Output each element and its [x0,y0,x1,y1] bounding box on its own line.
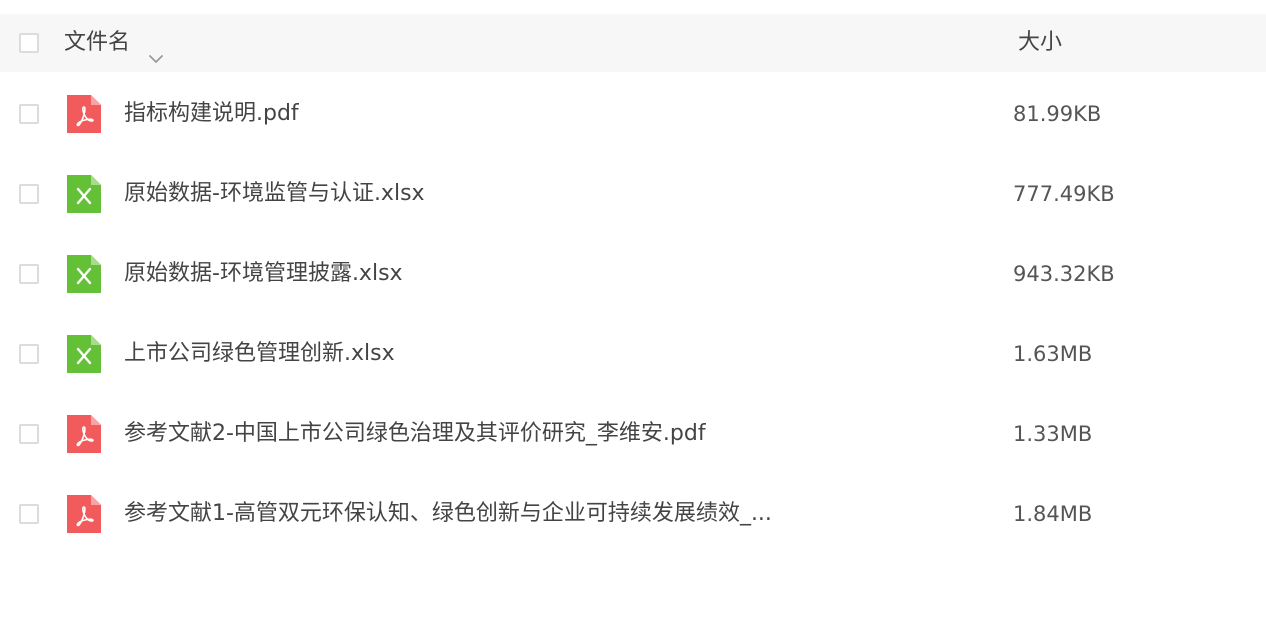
row-checkbox[interactable] [19,264,39,284]
select-all-checkbox[interactable] [19,33,39,53]
row-checkbox[interactable] [19,344,39,364]
file-row[interactable]: 原始数据-环境管理披露.xlsx 943.32KB [0,234,1266,314]
file-name[interactable]: 参考文献2-中国上市公司绿色治理及其评价研究_李维安.pdf [124,394,706,474]
chevron-down-icon[interactable] [146,34,166,63]
file-row[interactable]: 原始数据-环境监管与认证.xlsx 777.49KB [0,154,1266,234]
file-size: 943.32KB [1013,262,1115,286]
excel-file-icon [67,175,101,213]
file-size: 1.33MB [1013,422,1093,446]
excel-file-icon [67,335,101,373]
file-rows: 指标构建说明.pdf 81.99KB 原始数据-环境监管与认证.xlsx 777… [0,74,1266,554]
file-name[interactable]: 原始数据-环境管理披露.xlsx [124,234,403,314]
file-row[interactable]: 参考文献1-高管双元环保认知、绿色创新与企业可持续发展绩效_... 1.84MB [0,474,1266,554]
pdf-file-icon [67,415,101,453]
file-row[interactable]: 上市公司绿色管理创新.xlsx 1.63MB [0,314,1266,394]
file-row[interactable]: 参考文献2-中国上市公司绿色治理及其评价研究_李维安.pdf 1.33MB [0,394,1266,474]
size-column-header[interactable]: 大小 [1018,14,1062,72]
excel-file-icon [67,255,101,293]
file-name[interactable]: 指标构建说明.pdf [124,74,299,154]
file-size: 81.99KB [1013,102,1102,126]
name-column-label: 文件名 [64,30,131,55]
row-checkbox[interactable] [19,504,39,524]
file-name[interactable]: 参考文献1-高管双元环保认知、绿色创新与企业可持续发展绩效_... [124,474,772,554]
pdf-file-icon [67,95,101,133]
file-size: 1.63MB [1013,342,1093,366]
row-checkbox[interactable] [19,184,39,204]
file-name[interactable]: 原始数据-环境监管与认证.xlsx [124,154,425,234]
row-checkbox[interactable] [19,424,39,444]
file-list: 文件名 大小 指标构建说明.pdf 81.99KB 原始数据-环境监管与认证.x… [0,0,1266,626]
file-name[interactable]: 上市公司绿色管理创新.xlsx [124,314,395,394]
name-column-header[interactable]: 文件名 [64,14,166,72]
file-size: 777.49KB [1013,182,1115,206]
pdf-file-icon [67,495,101,533]
file-size: 1.84MB [1013,502,1093,526]
row-checkbox[interactable] [19,104,39,124]
file-row[interactable]: 指标构建说明.pdf 81.99KB [0,74,1266,154]
file-list-header: 文件名 大小 [0,14,1266,72]
